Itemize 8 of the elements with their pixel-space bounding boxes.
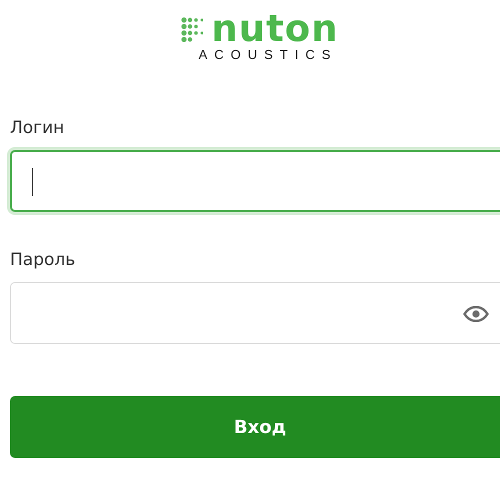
field-label: Пароль: [10, 250, 76, 270]
logo-icon: [181, 16, 204, 42]
field-label: Логин: [10, 118, 66, 138]
login-button[interactable]: Вход: [10, 396, 500, 458]
logo-name: nuton: [211, 12, 339, 46]
input-field[interactable]: [10, 150, 500, 212]
eye-icon[interactable]: [463, 306, 489, 322]
logo-tagline: ACOUSTICS: [198, 48, 338, 62]
